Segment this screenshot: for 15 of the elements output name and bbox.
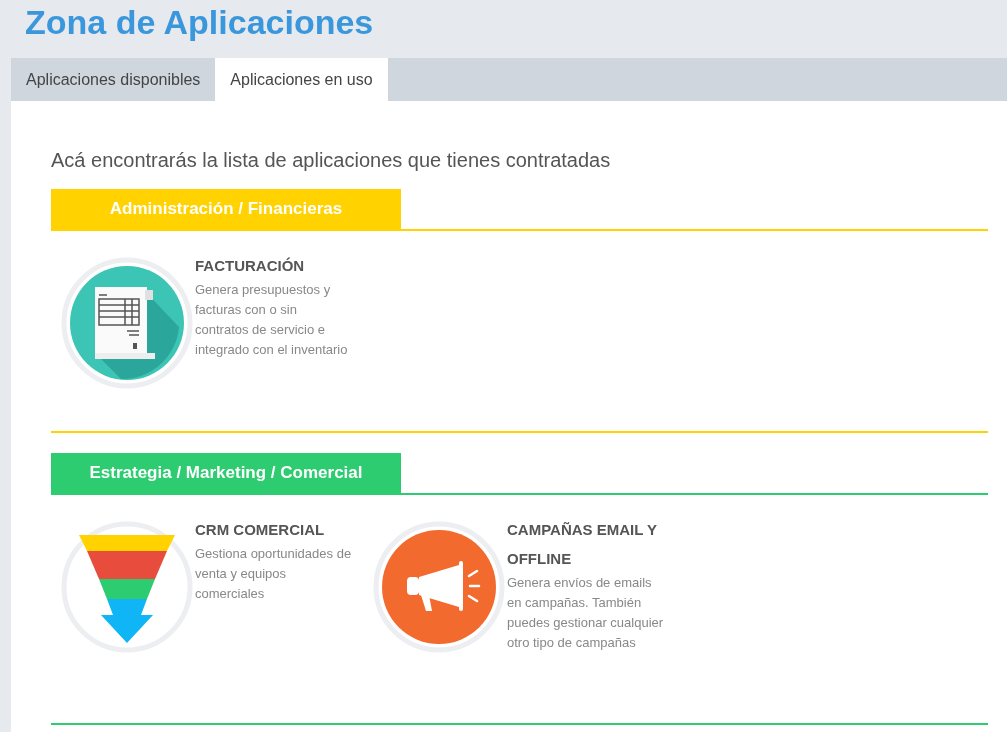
intro-text: Acá encontrarás la lista de aplicaciones que tienes contratadas: [51, 148, 612, 173]
invoice-icon: [61, 257, 193, 389]
category-header: Estrategia / Marketing / Comercial: [51, 453, 401, 493]
app-description: Genera envíos de emails en campañas. También puedes gestionar cualquier otro tipo de campañas: [507, 574, 665, 652]
megaphone-icon: [373, 521, 505, 653]
page-title: Zona de Aplicaciones: [25, 2, 374, 42]
funnel-icon: [61, 521, 193, 653]
app-title: FACTURACIÓN: [195, 256, 306, 276]
tab[interactable]: Aplicaciones en uso: [215, 58, 388, 101]
app-title: CAMPAÑAS EMAIL Y OFFLINE: [507, 520, 658, 569]
app-description: Genera presupuestos y facturas con o sin contratos de servicio e integrado con el inventario: [195, 281, 349, 359]
category-header: Administración / Financieras: [51, 189, 401, 229]
app-description: Gestiona oportunidades de venta y equipos comerciales: [195, 545, 353, 603]
app-title: CRM COMERCIAL: [195, 520, 326, 540]
tab[interactable]: Aplicaciones disponibles: [11, 58, 216, 101]
